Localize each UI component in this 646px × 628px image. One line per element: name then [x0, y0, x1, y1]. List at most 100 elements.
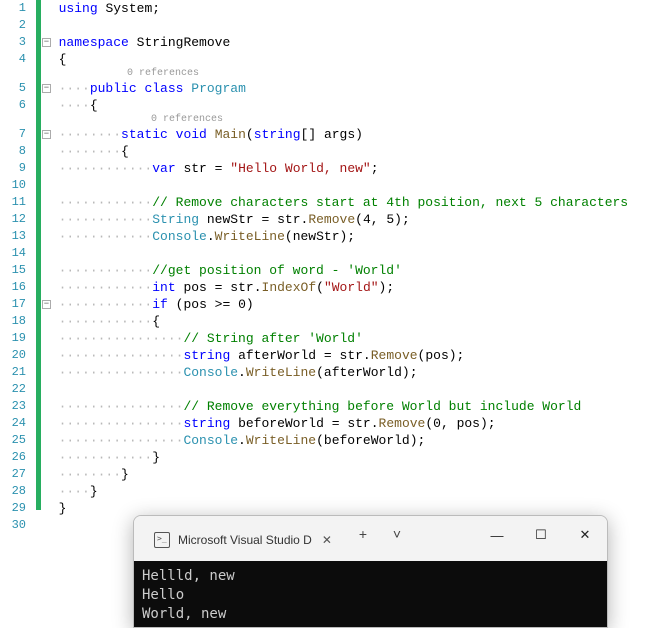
line-number: 22 — [0, 381, 36, 398]
whitespace-dot: ············ — [59, 450, 153, 465]
op: = — [215, 280, 223, 295]
identifier: System — [105, 1, 152, 16]
keyword: namespace — [59, 35, 129, 50]
code-line[interactable]: ············//get position of word - 'Wo… — [43, 262, 646, 279]
code-line[interactable]: using System; — [43, 0, 646, 17]
code-line[interactable] — [43, 177, 646, 194]
whitespace-dot: ············ — [59, 314, 153, 329]
args: (4, 5); — [355, 212, 410, 227]
identifier: str — [230, 280, 253, 295]
code-line[interactable]: ················Console.WriteLine(afterW… — [43, 364, 646, 381]
close-window-button[interactable]: ✕ — [563, 520, 607, 550]
identifier: StringRemove — [137, 35, 231, 50]
code-line[interactable] — [43, 245, 646, 262]
comment: // Remove everything before World but in… — [183, 399, 596, 414]
line-number: 25 — [0, 432, 36, 449]
args: (0, pos); — [425, 416, 495, 431]
method: Remove — [308, 212, 355, 227]
code-line[interactable]: ····} — [43, 483, 646, 500]
whitespace-dot: ············ — [59, 161, 153, 176]
outline-toggle-icon[interactable]: − — [42, 38, 51, 47]
keyword: void — [176, 127, 207, 142]
line-number: 2 — [0, 17, 36, 34]
terminal-titlebar[interactable]: Microsoft Visual Studio D ✕ + ˅ — ☐ ✕ — [134, 516, 607, 561]
whitespace-dot: ········ — [59, 127, 121, 142]
code-line[interactable]: ················string afterWorld = str.… — [43, 347, 646, 364]
line-number: 28 — [0, 483, 36, 500]
code-line[interactable]: ············// Remove characters start a… — [43, 194, 646, 211]
code-line[interactable]: − ········static void Main(string[] args… — [43, 126, 646, 143]
code-line[interactable]: ················Console.WriteLine(before… — [43, 432, 646, 449]
string-literal: "Hello World, new" — [230, 161, 370, 176]
whitespace-dot: ················ — [59, 365, 184, 380]
line-number: 29 — [0, 500, 36, 517]
close-tab-icon[interactable]: ✕ — [320, 531, 334, 549]
code-line[interactable]: ············{ — [43, 313, 646, 330]
code-line[interactable]: ············String newStr = str.Remove(4… — [43, 211, 646, 228]
method: Main — [215, 127, 246, 142]
line-number: 21 — [0, 364, 36, 381]
line-number: 26 — [0, 449, 36, 466]
line-number: 16 — [0, 279, 36, 296]
method: WriteLine — [246, 365, 316, 380]
punct: . — [238, 365, 246, 380]
codelens-references[interactable]: 0 references — [43, 68, 646, 80]
codelens-references[interactable]: 0 references — [43, 114, 646, 126]
whitespace-dot: ············ — [59, 297, 153, 312]
code-line[interactable]: − ············if (pos >= 0) — [43, 296, 646, 313]
terminal-tab[interactable]: Microsoft Visual Studio D ✕ — [142, 524, 342, 556]
keyword: using — [59, 1, 98, 16]
code-line[interactable] — [43, 381, 646, 398]
outline-toggle-icon[interactable]: − — [42, 84, 51, 93]
line-number: 13 — [0, 228, 36, 245]
code-line[interactable]: ············} — [43, 449, 646, 466]
code-line[interactable]: ················// String after 'World' — [43, 330, 646, 347]
code-line[interactable]: − ····public class Program — [43, 80, 646, 97]
line-number: 9 — [0, 160, 36, 177]
code-line[interactable]: ····{ — [43, 97, 646, 114]
punct: ; — [371, 161, 379, 176]
code-line[interactable]: ············int pos = str.IndexOf("World… — [43, 279, 646, 296]
identifier: pos — [183, 297, 206, 312]
outline-toggle-icon[interactable]: − — [42, 300, 51, 309]
code-line[interactable]: ················string beforeWorld = str… — [43, 415, 646, 432]
new-tab-button[interactable]: + — [346, 520, 380, 552]
punct: . — [238, 433, 246, 448]
method: IndexOf — [262, 280, 317, 295]
op: = — [324, 348, 332, 363]
line-number: 19 — [0, 330, 36, 347]
code-line[interactable]: ········} — [43, 466, 646, 483]
punct: ( — [316, 280, 324, 295]
code-line[interactable]: ········{ — [43, 143, 646, 160]
code-line[interactable]: ············Console.WriteLine(newStr); — [43, 228, 646, 245]
terminal-window[interactable]: Microsoft Visual Studio D ✕ + ˅ — ☐ ✕ He… — [133, 515, 608, 628]
brace: { — [90, 98, 98, 113]
code-line[interactable] — [43, 17, 646, 34]
whitespace-dot: ················ — [59, 331, 184, 346]
op: = — [215, 161, 223, 176]
whitespace-dot: ···· — [59, 484, 90, 499]
tab-dropdown-button[interactable]: ˅ — [380, 520, 414, 552]
maximize-button[interactable]: ☐ — [519, 520, 563, 550]
identifier: afterWorld — [324, 365, 402, 380]
punct: ( — [316, 365, 324, 380]
whitespace-dot: ···· — [59, 81, 90, 96]
op: = — [261, 212, 269, 227]
minimize-button[interactable]: — — [475, 520, 519, 550]
code-line[interactable]: ················// Remove everything bef… — [43, 398, 646, 415]
code-line[interactable]: { — [43, 51, 646, 68]
terminal-body[interactable]: Hellld, new Hello World, new — [134, 561, 607, 628]
code-line[interactable]: − namespace StringRemove — [43, 34, 646, 51]
line-number: 17 — [0, 296, 36, 313]
code-line[interactable]: ············var str = "Hello World, new"… — [43, 160, 646, 177]
line-number: 24 — [0, 415, 36, 432]
brace: } — [59, 501, 67, 516]
outline-toggle-icon[interactable]: − — [42, 130, 51, 139]
keyword: int — [152, 280, 175, 295]
brace: } — [121, 467, 129, 482]
brace: } — [90, 484, 98, 499]
line-number: 5 — [0, 80, 36, 97]
keyword: string — [254, 127, 301, 142]
brace: { — [152, 314, 160, 329]
line-number: 27 — [0, 466, 36, 483]
